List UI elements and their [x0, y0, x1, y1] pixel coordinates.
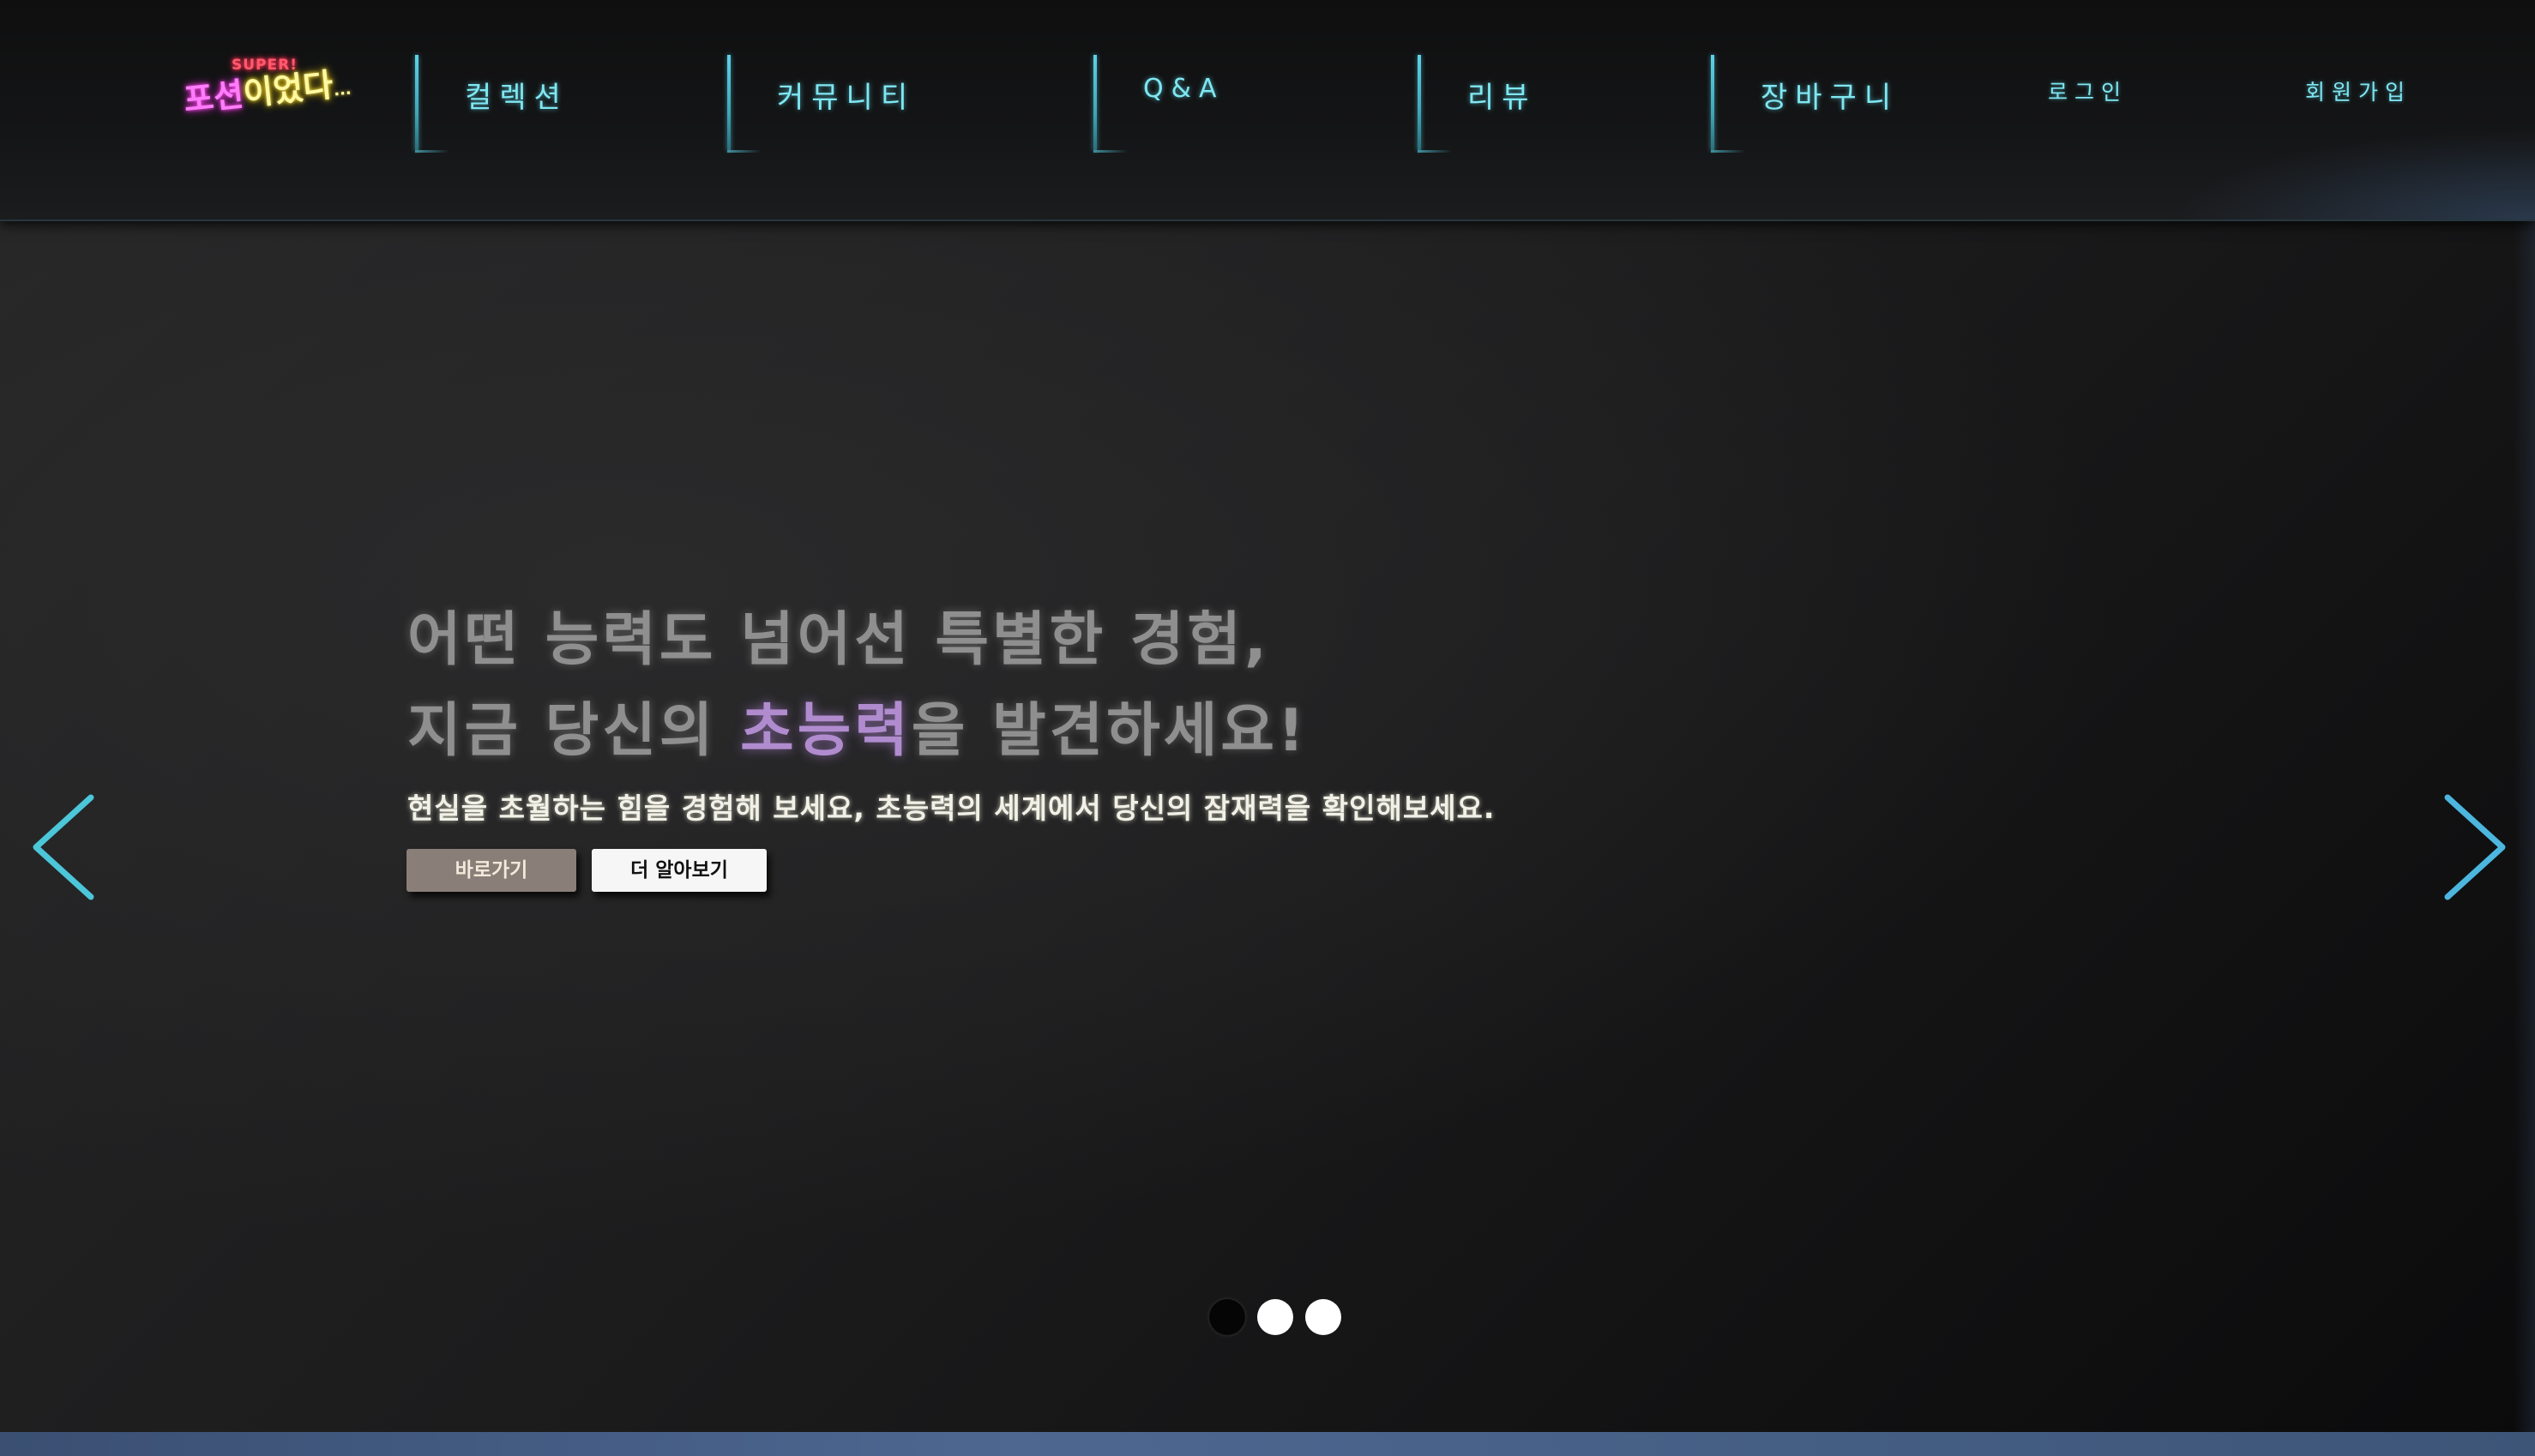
logo-part-potion: 포션 [182, 75, 246, 119]
hero-headline-line1: 어떤 능력도 넘어선 특별한 경험, [407, 606, 1270, 674]
hero-headline-accent: 초능력 [740, 697, 912, 765]
hero-carousel: 어떤 능력도 넘어선 특별한 경험, 지금 당신의 초능력을 발견하세요! 현실… [0, 221, 2535, 1432]
hero-text: 어떤 능력도 넘어선 특별한 경험, 지금 당신의 초능력을 발견하세요! 현실… [407, 595, 1495, 827]
nav-label: 커뮤니티 [777, 81, 916, 115]
nav-divider [1093, 55, 1128, 153]
logo-main-text: 포션이었다... [181, 57, 352, 121]
page: SUPER! 포션이었다... 컬렉션 커뮤니티 Q&A 리뷰 장바구니 로그인… [0, 0, 2535, 1456]
carousel-dot-3[interactable] [1305, 1299, 1341, 1335]
hero-headline-line2: 지금 당신의 초능력을 발견하세요! [407, 686, 1495, 777]
nav-label: 컬렉션 [465, 81, 569, 115]
carousel-next-button[interactable] [2437, 787, 2514, 907]
logo-part-was: 이었다 [241, 65, 335, 113]
hero-subtitle: 현실을 초월하는 힘을 경험해 보세요, 초능력의 세계에서 당신의 잠재력을 … [407, 791, 1496, 825]
bottom-bar [0, 1432, 2535, 1456]
nav-divider [727, 55, 762, 153]
nav-divider [1418, 55, 1452, 153]
site-header: SUPER! 포션이었다... 컬렉션 커뮤니티 Q&A 리뷰 장바구니 로그인… [0, 0, 2535, 221]
nav-label: 리뷰 [1467, 81, 1537, 115]
chevron-right-icon [2444, 794, 2506, 900]
nav-label: Q&A [1143, 74, 1225, 104]
carousel-dot-1-active[interactable] [1209, 1299, 1245, 1335]
carousel-prev-button[interactable] [24, 787, 101, 907]
nav-label: 장바구니 [1761, 81, 1900, 115]
hero-headline-post: 을 발견하세요! [911, 697, 1308, 765]
learn-more-button[interactable]: 더 알아보기 [592, 849, 767, 892]
login-link[interactable]: 로그인 [2048, 75, 2128, 106]
go-now-button[interactable]: 바로가기 [406, 849, 576, 892]
hero-headline-pre: 지금 당신의 [407, 697, 741, 765]
signup-link[interactable]: 회원가입 [2305, 75, 2412, 106]
nav-divider [1711, 55, 1745, 153]
chevron-left-icon [33, 794, 94, 900]
nav-divider [415, 55, 449, 153]
logo-dots: ... [332, 80, 352, 100]
site-logo[interactable]: SUPER! 포션이었다... [182, 53, 362, 130]
carousel-dot-2[interactable] [1257, 1299, 1293, 1335]
